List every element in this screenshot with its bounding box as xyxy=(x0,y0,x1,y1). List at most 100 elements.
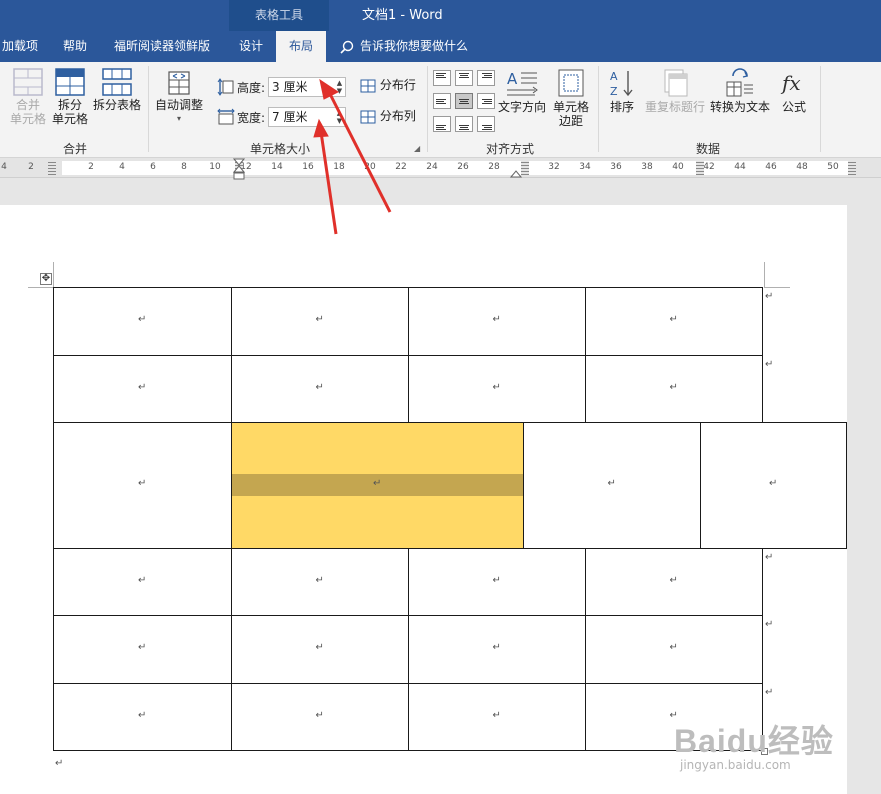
text-direction-icon: A xyxy=(507,70,538,96)
ruler-number: 4 xyxy=(119,162,125,172)
group-divider xyxy=(148,66,149,152)
distribute-columns-icon xyxy=(360,110,376,123)
svg-text:A: A xyxy=(610,70,618,83)
sort-az-icon: AZ xyxy=(610,70,633,98)
right-indent-icon[interactable] xyxy=(510,170,522,178)
ruler-number: 2 xyxy=(88,162,94,172)
cell-paragraph-mark: ↵ xyxy=(138,642,147,653)
cell-paragraph-mark: ↵ xyxy=(492,314,501,325)
split-table-icon xyxy=(102,68,132,96)
convert-to-text-button[interactable]: 转换为文本 xyxy=(708,68,772,114)
text-direction-button[interactable]: A 文字方向 xyxy=(496,68,548,114)
ruler-column-marker[interactable] xyxy=(848,161,856,175)
row-end-mark: ↵ xyxy=(765,359,774,370)
align-option-icon[interactable] xyxy=(455,93,473,109)
sort-label: 排序 xyxy=(609,100,634,114)
vertical-scrollbar[interactable] xyxy=(862,178,881,794)
sort-button[interactable]: AZ 排序 xyxy=(604,68,640,114)
merge-cells-label: 合并 单元格 xyxy=(9,98,46,126)
distribute-rows-label: 分布行 xyxy=(379,78,416,92)
height-input[interactable]: 3 厘米 ▲ ▼ xyxy=(268,77,346,97)
ruler-column-marker[interactable] xyxy=(48,161,56,175)
table-move-handle-icon[interactable]: ✥ xyxy=(40,273,52,285)
cell-paragraph-mark: ↵ xyxy=(373,478,382,489)
title-bar: 表格工具 文档1 - Word xyxy=(0,0,881,31)
ruler-number: 50 xyxy=(827,162,839,172)
split-cells-label: 拆分 单元格 xyxy=(51,98,88,126)
tab-help[interactable]: 帮助 xyxy=(55,31,95,62)
cell-paragraph-mark: ↵ xyxy=(492,381,501,393)
cell-paragraph-mark: ↵ xyxy=(315,314,324,325)
indent-marker-icon[interactable] xyxy=(233,158,245,184)
cell-size-launcher-icon[interactable]: ◢ xyxy=(414,144,420,153)
ruler-number: 32 xyxy=(548,162,560,172)
height-spinner[interactable]: ▲ ▼ xyxy=(335,79,344,95)
search-icon xyxy=(340,40,354,54)
repeat-header-button[interactable]: 重复标题行 xyxy=(643,68,707,114)
paragraph-mark: ↵ xyxy=(55,758,64,769)
ruler-number: 34 xyxy=(579,162,591,172)
convert-to-text-label: 转换为文本 xyxy=(709,100,770,114)
autofit-button[interactable]: 自动调整 ▾ xyxy=(152,70,206,126)
split-table-button[interactable]: 拆分表格 xyxy=(92,68,142,112)
tab-design[interactable]: 设计 xyxy=(229,31,273,62)
data-group-label: 数据 xyxy=(695,142,720,156)
distribute-rows-button[interactable]: 分布行 xyxy=(360,78,418,93)
height-label: 高度: xyxy=(237,81,266,95)
align-option-icon[interactable] xyxy=(477,93,495,109)
row-end-mark: ↵ xyxy=(765,687,774,698)
group-divider xyxy=(598,66,599,152)
align-option-icon[interactable] xyxy=(433,70,451,86)
align-option-icon[interactable] xyxy=(477,70,495,86)
split-table-label: 拆分表格 xyxy=(92,98,141,112)
cell-paragraph-mark: ↵ xyxy=(315,574,324,586)
alignment-group-label: 对齐方式 xyxy=(485,142,534,156)
merge-group-label: 合并 xyxy=(62,142,87,156)
row-end-mark: ↵ xyxy=(765,619,774,630)
tell-me-text: 告诉我你想要做什么 xyxy=(360,39,469,53)
ruler-number: 26 xyxy=(457,162,469,172)
tab-layout[interactable]: 布局 xyxy=(276,31,326,62)
width-spinner[interactable]: ▲ ▼ xyxy=(335,109,344,125)
cell-margins-button[interactable]: 单元格 边距 xyxy=(550,68,592,128)
cell-paragraph-mark: ↵ xyxy=(315,642,324,653)
autofit-label: 自动调整 xyxy=(154,98,203,112)
distribute-columns-button[interactable]: 分布列 xyxy=(360,109,418,124)
align-option-icon[interactable] xyxy=(433,116,451,132)
svg-text:A: A xyxy=(507,70,518,88)
width-label: 宽度: xyxy=(237,111,266,125)
ruler-column-marker[interactable] xyxy=(521,161,529,175)
width-input[interactable]: 7 厘米 ▲ ▼ xyxy=(268,107,346,127)
cell-paragraph-mark: ↵ xyxy=(138,314,147,325)
svg-text:fx: fx xyxy=(780,71,801,95)
merge-cells-button[interactable]: 合并 单元格 xyxy=(6,68,50,126)
ribbon-tabs: 加载项 帮助 福昕阅读器领鲜版 设计 布局 告诉我你想要做什么 xyxy=(0,31,881,62)
ruler-number: 44 xyxy=(734,162,746,172)
cell-paragraph-mark: ↵ xyxy=(669,642,678,653)
ruler-number: 20 xyxy=(364,162,376,172)
ruler-number: 40 xyxy=(672,162,684,172)
tab-foxit[interactable]: 福昕阅读器领鲜版 xyxy=(108,31,216,62)
tab-addins[interactable]: 加载项 xyxy=(0,31,40,62)
distribute-rows-icon xyxy=(360,79,376,92)
horizontal-ruler[interactable]: 4 2 2 4 6 8 10 12 14 16 18 20 22 24 26 28 32 34 36 38 40 42… xyxy=(0,158,881,180)
align-option-icon[interactable] xyxy=(455,116,473,132)
align-option-icon[interactable] xyxy=(477,116,495,132)
ruler-number: 2 xyxy=(28,162,34,172)
cell-margins-label: 单元格 边距 xyxy=(552,100,589,128)
window-title: 文档1 - Word xyxy=(362,8,443,23)
cell-paragraph-mark: ↵ xyxy=(138,709,147,721)
ruler-column-marker[interactable] xyxy=(696,161,704,175)
tell-me-search[interactable]: 告诉我你想要做什么 xyxy=(340,31,468,62)
split-cells-button[interactable]: 拆分 单元格 xyxy=(50,68,90,126)
ruler-number: 24 xyxy=(426,162,438,172)
cell-paragraph-mark: ↵ xyxy=(769,478,778,489)
watermark-brand: Baidu经验 xyxy=(674,723,834,759)
height-value: 3 厘米 xyxy=(272,80,308,94)
align-option-icon[interactable] xyxy=(433,93,451,109)
repeat-header-icon xyxy=(664,69,688,97)
align-option-icon[interactable] xyxy=(455,70,473,86)
cell-paragraph-mark: ↵ xyxy=(138,574,147,586)
formula-button[interactable]: fx 公式 xyxy=(776,68,812,114)
autofit-icon xyxy=(168,71,190,95)
